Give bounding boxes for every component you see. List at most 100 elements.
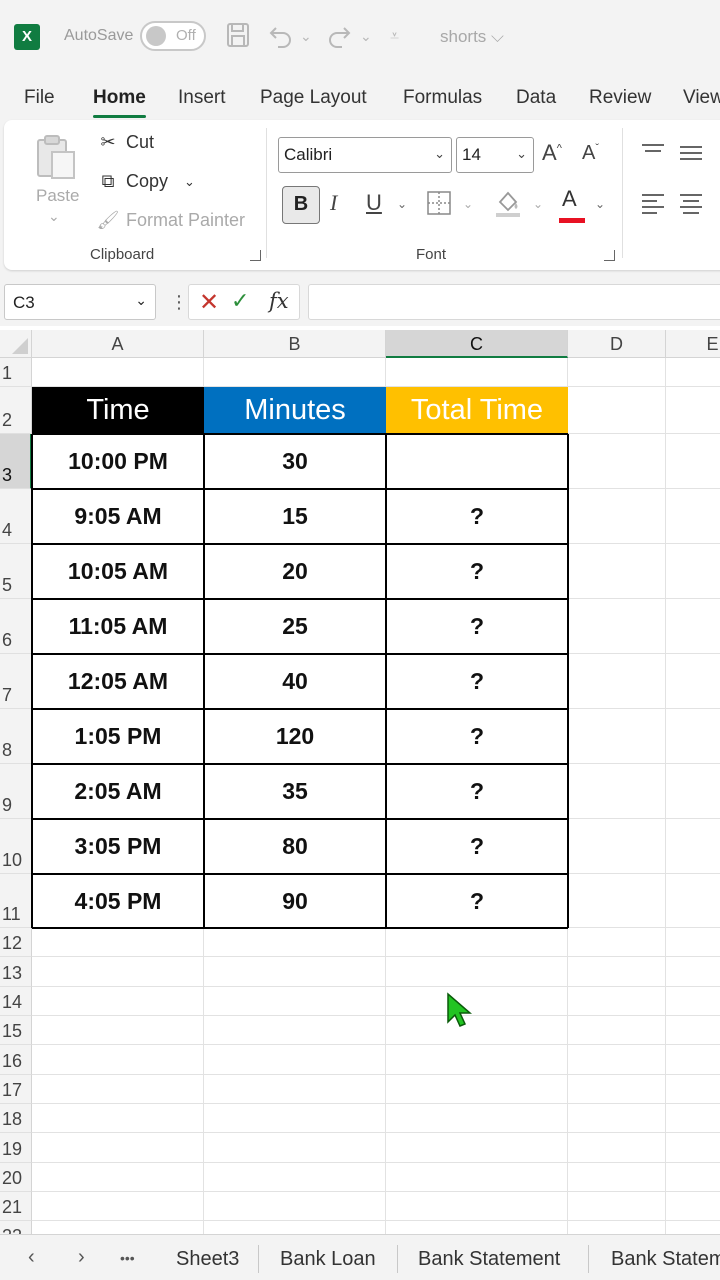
table-cell-time[interactable]: 9:05 AM — [32, 489, 204, 544]
column-header-e[interactable]: E — [666, 330, 720, 358]
paste-icon[interactable] — [36, 134, 78, 182]
table-cell-minutes[interactable]: 15 — [204, 489, 386, 544]
table-cell-total[interactable]: ? — [386, 764, 568, 819]
align-left-icon[interactable] — [642, 190, 664, 218]
font-size-select[interactable]: 14 ⌄ — [456, 137, 534, 173]
fill-color-icon[interactable] — [494, 188, 522, 224]
sheet-tab-bank-statement-2[interactable]: Bank Statem — [611, 1248, 720, 1271]
row-header-19[interactable]: 19 — [0, 1133, 32, 1163]
more-options-icon[interactable]: ⋮ — [170, 292, 188, 313]
borders-dropdown-icon[interactable]: ⌄ — [463, 197, 473, 211]
clipboard-launcher-icon[interactable] — [250, 250, 261, 261]
table-cell-time[interactable]: 4:05 PM — [32, 874, 204, 928]
middle-align-icon[interactable] — [680, 142, 702, 164]
tab-insert[interactable]: Insert — [178, 87, 226, 109]
table-cell-minutes[interactable]: 80 — [204, 819, 386, 874]
top-align-icon[interactable] — [642, 140, 664, 162]
select-all-corner[interactable] — [0, 330, 32, 358]
table-cell-time[interactable]: 1:05 PM — [32, 709, 204, 764]
table-cell-minutes[interactable]: 90 — [204, 874, 386, 928]
table-header-0[interactable]: Time — [32, 387, 204, 434]
format-painter-button[interactable]: 🖌 Format Painter — [96, 210, 245, 231]
name-box[interactable]: C3 ⌄ — [4, 284, 156, 320]
table-cell-total[interactable]: ? — [386, 654, 568, 709]
borders-icon[interactable] — [426, 190, 452, 222]
font-name-select[interactable]: Calibri ⌄ — [278, 137, 452, 173]
table-cell-time[interactable]: 10:05 AM — [32, 544, 204, 599]
table-cell-total[interactable]: ? — [386, 489, 568, 544]
row-header-18[interactable]: 18 — [0, 1104, 32, 1133]
table-cell-minutes[interactable]: 20 — [204, 544, 386, 599]
sheet-tab-bank-loan[interactable]: Bank Loan — [280, 1248, 376, 1271]
row-header-17[interactable]: 17 — [0, 1075, 32, 1104]
redo-icon[interactable] — [326, 22, 352, 54]
table-cell-minutes[interactable]: 30 — [204, 434, 386, 489]
table-cell-time[interactable]: 10:00 PM — [32, 434, 204, 489]
row-header-14[interactable]: 14 — [0, 987, 32, 1016]
tab-formulas[interactable]: Formulas — [403, 87, 482, 109]
row-header-11[interactable]: 11 — [0, 874, 32, 928]
next-sheet-icon[interactable]: › — [78, 1246, 85, 1269]
redo-dropdown-icon[interactable]: ⌄ — [360, 28, 372, 45]
table-cell-time[interactable]: 12:05 AM — [32, 654, 204, 709]
tab-page-layout[interactable]: Page Layout — [260, 87, 367, 109]
decrease-font-size-icon[interactable]: Aˇ — [582, 142, 599, 165]
table-header-2[interactable]: Total Time — [386, 387, 568, 434]
font-color-button[interactable]: A — [559, 186, 585, 223]
row-header-15[interactable]: 15 — [0, 1016, 32, 1045]
underline-button[interactable]: U — [366, 190, 382, 216]
copy-dropdown-icon[interactable]: ⌄ — [184, 174, 195, 190]
increase-font-size-icon[interactable]: A^ — [542, 140, 562, 166]
column-header-c[interactable]: C — [386, 330, 568, 358]
row-header-12[interactable]: 12 — [0, 928, 32, 957]
customize-toolbar-icon[interactable]: ⩡ — [390, 28, 399, 46]
sheet-tab-bank-statement[interactable]: Bank Statement — [418, 1248, 560, 1271]
undo-icon[interactable] — [268, 22, 294, 54]
row-header-13[interactable]: 13 — [0, 957, 32, 987]
row-header-9[interactable]: 9 — [0, 764, 32, 819]
row-header-6[interactable]: 6 — [0, 599, 32, 654]
row-header-3[interactable]: 3 — [0, 434, 32, 489]
cut-button[interactable]: ✂ Cut — [96, 132, 154, 153]
insert-function-icon[interactable]: fx — [269, 289, 289, 313]
tab-data[interactable]: Data — [516, 87, 556, 109]
undo-dropdown-icon[interactable]: ⌄ — [300, 28, 312, 45]
column-header-a[interactable]: A — [32, 330, 204, 358]
row-header-4[interactable]: 4 — [0, 489, 32, 544]
table-cell-minutes[interactable]: 35 — [204, 764, 386, 819]
align-center-icon[interactable] — [680, 190, 702, 218]
table-cell-minutes[interactable]: 120 — [204, 709, 386, 764]
row-header-1[interactable]: 1 — [0, 358, 32, 387]
table-cell-time[interactable]: 11:05 AM — [32, 599, 204, 654]
table-cell-total[interactable]: ? — [386, 709, 568, 764]
table-cell-total[interactable]: ? — [386, 599, 568, 654]
tab-review[interactable]: Review — [589, 87, 651, 109]
table-cell-minutes[interactable]: 25 — [204, 599, 386, 654]
table-cell-minutes[interactable]: 40 — [204, 654, 386, 709]
row-header-20[interactable]: 20 — [0, 1163, 32, 1192]
autosave-toggle[interactable]: Off — [140, 21, 206, 51]
bold-button[interactable]: B — [282, 186, 320, 224]
italic-button[interactable]: I — [330, 190, 337, 216]
table-header-1[interactable]: Minutes — [204, 387, 386, 434]
underline-dropdown-icon[interactable]: ⌄ — [397, 197, 407, 211]
paste-dropdown-icon[interactable]: ⌄ — [48, 208, 60, 225]
row-header-10[interactable]: 10 — [0, 819, 32, 874]
paste-button[interactable]: Paste — [36, 186, 79, 206]
row-header-8[interactable]: 8 — [0, 709, 32, 764]
row-header-5[interactable]: 5 — [0, 544, 32, 599]
cancel-icon[interactable]: ✕ — [199, 288, 219, 317]
font-launcher-icon[interactable] — [604, 250, 615, 261]
table-cell-time[interactable]: 3:05 PM — [32, 819, 204, 874]
table-cell-total[interactable] — [386, 434, 568, 489]
formula-input[interactable] — [308, 284, 720, 320]
row-header-16[interactable]: 16 — [0, 1045, 32, 1075]
previous-sheet-icon[interactable]: ‹ — [28, 1246, 35, 1269]
row-header-21[interactable]: 21 — [0, 1192, 32, 1221]
sheet-tab-sheet3[interactable]: Sheet3 — [176, 1248, 239, 1271]
row-header-7[interactable]: 7 — [0, 654, 32, 709]
column-header-d[interactable]: D — [568, 330, 666, 358]
more-sheets-icon[interactable]: ••• — [120, 1250, 135, 1266]
table-cell-total[interactable]: ? — [386, 874, 568, 928]
tab-view[interactable]: View — [683, 87, 720, 109]
